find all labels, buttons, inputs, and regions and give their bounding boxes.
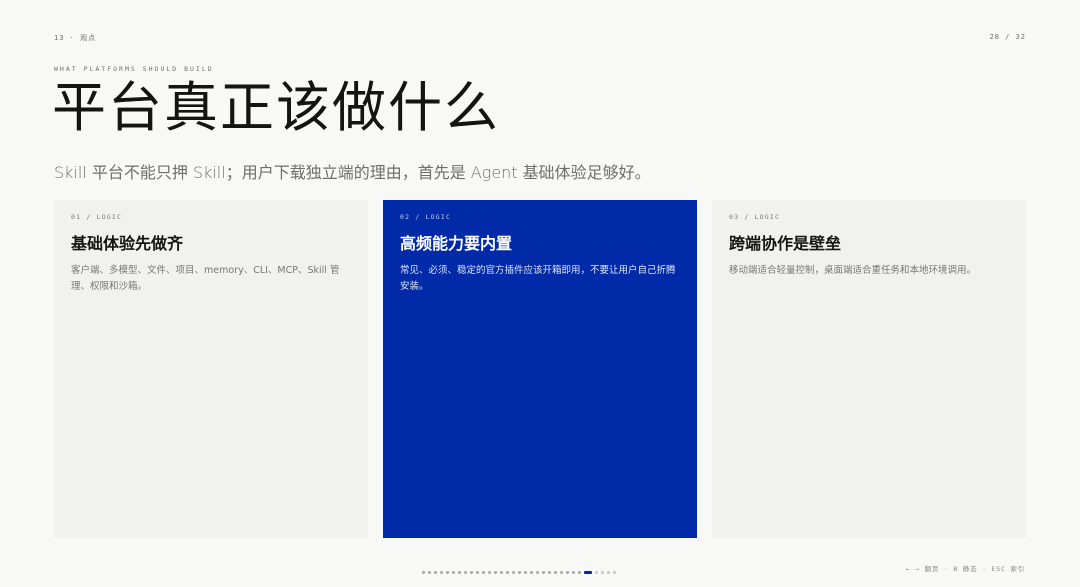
progress-dot-32[interactable] [613, 571, 616, 574]
logic-card-2: 02 / LOGIC 高频能力要内置 常见、必须、稳定的官方插件应该开箱即用，不… [383, 200, 697, 538]
logic-cards: 01 / LOGIC 基础体验先做齐 客户端、多模型、文件、项目、memory、… [54, 200, 1026, 538]
section-label: 13 · 观点 [54, 34, 97, 42]
progress-dot-29[interactable] [595, 571, 598, 574]
progress-dot-22[interactable] [548, 571, 551, 574]
logic-card-3: 03 / LOGIC 跨端协作是壁垒 移动端适合轻量控制，桌面端适合重任务和本地… [712, 200, 1026, 538]
logic-card-1: 01 / LOGIC 基础体验先做齐 客户端、多模型、文件、项目、memory、… [54, 200, 368, 538]
card-description: 客户端、多模型、文件、项目、memory、CLI、MCP、Skill 管理、权限… [71, 265, 340, 293]
progress-dot-6[interactable] [452, 571, 455, 574]
progress-dot-14[interactable] [500, 571, 503, 574]
card-tag: 03 / LOGIC [729, 213, 781, 221]
progress-dot-28[interactable] [584, 571, 592, 574]
card-tag: 02 / LOGIC [400, 213, 452, 221]
progress-dot-30[interactable] [601, 571, 604, 574]
progress-dot-2[interactable] [428, 571, 431, 574]
progress-dot-12[interactable] [488, 571, 491, 574]
progress-dot-25[interactable] [566, 571, 569, 574]
progress-dot-5[interactable] [446, 571, 449, 574]
card-title: 高频能力要内置 [400, 234, 513, 253]
progress-dot-19[interactable] [530, 571, 533, 574]
progress-dot-21[interactable] [542, 571, 545, 574]
progress-dot-11[interactable] [482, 571, 485, 574]
progress-dot-4[interactable] [440, 571, 443, 574]
progress-dot-20[interactable] [536, 571, 539, 574]
card-tag: 01 / LOGIC [71, 213, 123, 221]
slide-progress-dots[interactable] [422, 571, 616, 574]
progress-dot-15[interactable] [506, 571, 509, 574]
page-counter: 28 / 32 [989, 33, 1026, 41]
progress-dot-18[interactable] [524, 571, 527, 574]
card-description: 移动端适合轻量控制，桌面端适合重任务和本地环境调用。 [729, 265, 977, 276]
progress-dot-23[interactable] [554, 571, 557, 574]
progress-dot-7[interactable] [458, 571, 461, 574]
progress-dot-8[interactable] [464, 571, 467, 574]
slide-eyebrow: WHAT PLATFORMS SHOULD BUILD [54, 65, 214, 73]
card-description: 常见、必须、稳定的官方插件应该开箱即用，不要让用户自己折腾安装。 [400, 265, 676, 293]
progress-dot-31[interactable] [607, 571, 610, 574]
slide-subtitle: Skill 平台不能只押 Skill；用户下载独立端的理由，首先是 Agent … [54, 163, 651, 182]
progress-dot-13[interactable] [494, 571, 497, 574]
card-title: 跨端协作是壁垒 [729, 234, 842, 253]
progress-dot-10[interactable] [476, 571, 479, 574]
progress-dot-24[interactable] [560, 571, 563, 574]
progress-dot-16[interactable] [512, 571, 515, 574]
progress-dot-1[interactable] [422, 571, 425, 574]
progress-dot-26[interactable] [572, 571, 575, 574]
progress-dot-27[interactable] [578, 571, 581, 574]
progress-dot-9[interactable] [470, 571, 473, 574]
keyboard-hint: ← → 翻页 · B 静态 · ESC 索引 [905, 565, 1025, 573]
card-title: 基础体验先做齐 [71, 234, 184, 253]
progress-dot-17[interactable] [518, 571, 521, 574]
progress-dot-3[interactable] [434, 571, 437, 574]
slide-title: 平台真正该做什么 [52, 76, 500, 139]
